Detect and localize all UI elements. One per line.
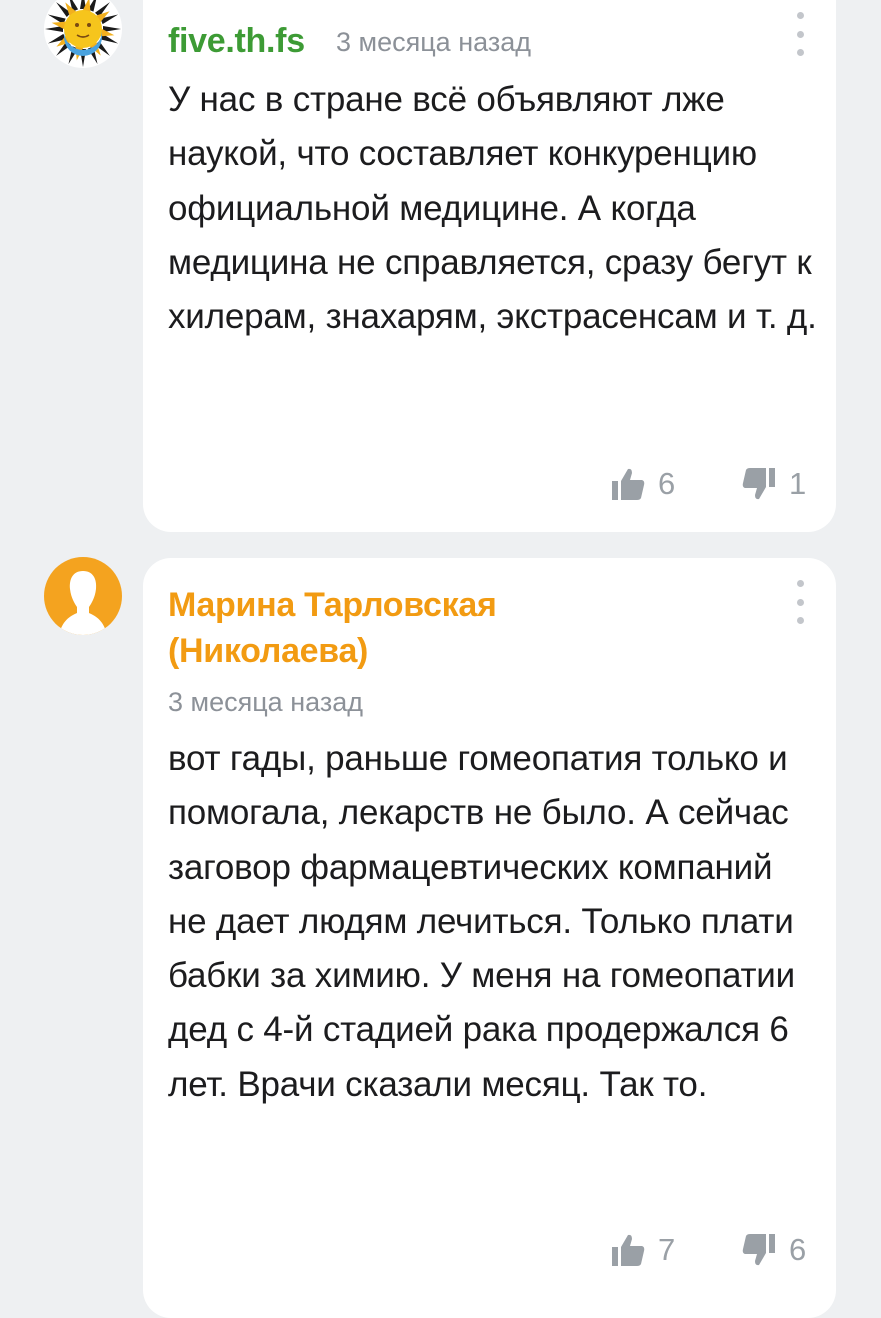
like-button[interactable]: 7 — [610, 1230, 675, 1270]
author-name[interactable]: five.th.fs — [168, 18, 305, 64]
like-count: 7 — [658, 1232, 676, 1267]
comment-timestamp: 3 месяца назад — [168, 687, 363, 717]
dislike-count: 6 — [789, 1232, 807, 1267]
author-name[interactable]: Марина Тарловская (Николаева) — [168, 582, 628, 674]
comment-text: У нас в стране всё объявляют лже наукой,… — [168, 80, 817, 337]
comment-text: вот гады, раньше гомеопатия только и пом… — [168, 739, 795, 1104]
thumbs-down-icon — [742, 468, 775, 500]
dislike-button[interactable]: 6 — [741, 1230, 806, 1270]
like-count: 6 — [658, 466, 676, 501]
avatar[interactable] — [44, 557, 122, 635]
comment-timestamp: 3 месяца назад — [336, 27, 531, 57]
dislike-count: 1 — [789, 466, 807, 501]
thumbs-up-icon — [612, 1234, 645, 1266]
like-button[interactable]: 6 — [610, 464, 675, 504]
more-vertical-icon[interactable] — [790, 580, 810, 624]
thumbs-down-icon — [742, 1234, 775, 1266]
avatar[interactable] — [44, 0, 122, 68]
more-vertical-icon[interactable] — [790, 12, 810, 56]
dislike-button[interactable]: 1 — [741, 464, 806, 504]
user-silhouette-icon — [59, 571, 107, 635]
sun-icon — [45, 0, 121, 67]
thumbs-up-icon — [612, 468, 645, 500]
